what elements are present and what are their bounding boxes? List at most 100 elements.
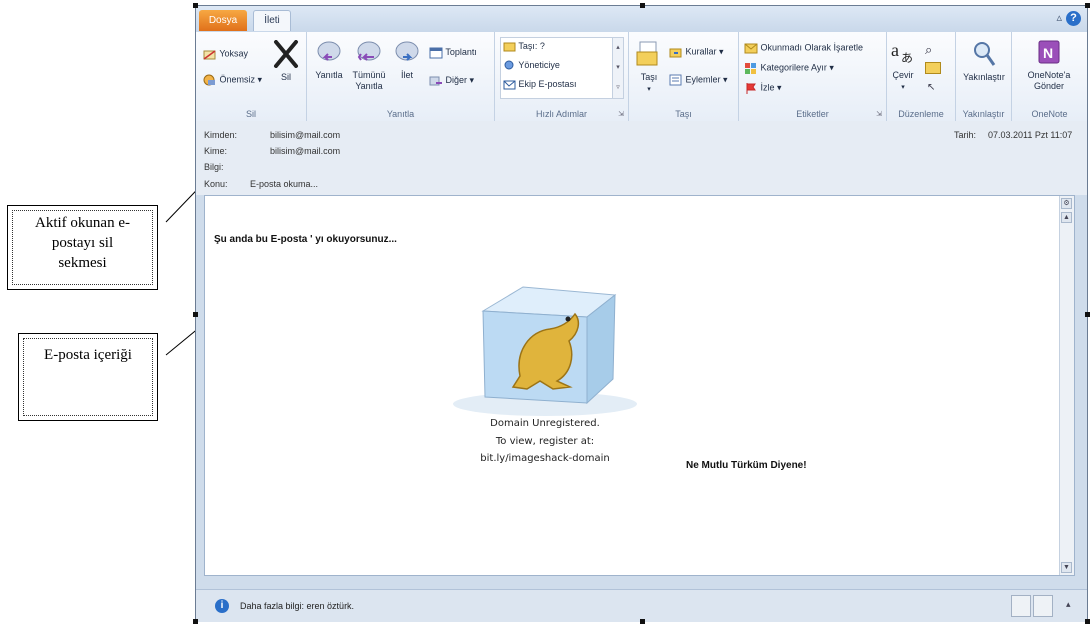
selection-handle[interactable]	[1085, 619, 1090, 624]
group-move-label: Taşı	[675, 109, 692, 119]
selection-handle[interactable]	[640, 3, 645, 8]
group-reply-label: Yanıtla	[386, 109, 415, 119]
forward-label: İlet	[400, 70, 413, 80]
categorize-button[interactable]: Kategorilere Ayır ▾	[744, 62, 834, 74]
move-to-button[interactable]: Taşı: ?	[503, 41, 545, 52]
minimize-ribbon-icon[interactable]: ▵	[1056, 12, 1062, 24]
image-caption-line3[interactable]: bit.ly/imageshack-domain	[462, 453, 628, 464]
people-pane-bar: i Daha fazla bilgi: eren öztürk. ▴	[196, 589, 1087, 622]
to-manager-label: Yöneticiye	[518, 60, 560, 70]
folder-arrow-icon	[503, 42, 516, 52]
person-icon-2[interactable]	[1033, 595, 1053, 617]
date-value: 07.03.2011 Pzt 11:07	[988, 130, 1073, 140]
group-tags: Okunmadı Olarak İşaretle Kategorilere Ay…	[739, 32, 887, 121]
onenote-label-1: OneNote'a	[1027, 70, 1071, 80]
message-body[interactable]: Şu anda bu E-posta ' yı okuyorsunuz... D…	[204, 195, 1075, 576]
ignore-label: Yoksay	[219, 48, 249, 59]
ribbon-tab-bar: Dosya İleti ▵?	[196, 6, 1087, 32]
replace-icon[interactable]	[925, 62, 941, 74]
onenote-icon: N	[1038, 40, 1060, 64]
scroll-down-icon[interactable]: ▼	[1061, 562, 1072, 573]
group-zoom: Yakınlaştır Yakınlaştır	[956, 32, 1012, 121]
magnifier-icon	[974, 42, 996, 66]
meeting-button[interactable]: Toplantı	[429, 46, 477, 59]
selection-handle[interactable]	[1085, 312, 1090, 317]
reply-all-button[interactable]: Tümünü Yanıtla	[349, 40, 389, 92]
from-value[interactable]: bilisim@mail.com	[270, 130, 340, 140]
selection-handle[interactable]	[640, 619, 645, 624]
selection-handle[interactable]	[193, 619, 198, 624]
selection-handle[interactable]	[193, 3, 198, 8]
meeting-label: Toplantı	[445, 46, 477, 57]
team-email-button[interactable]: Ekip E-postası	[503, 79, 577, 90]
scroll-up-icon[interactable]: ▲	[1061, 212, 1072, 223]
reply-all-icon	[357, 41, 381, 61]
ice-cube-frog-image	[453, 286, 637, 416]
onenote-label-2: Gönder	[1033, 81, 1065, 91]
categorize-icon	[745, 63, 756, 74]
selection-handle[interactable]	[193, 312, 198, 317]
body-scrollbar[interactable]: ⚙ ▲ ▼	[1059, 196, 1074, 575]
ignore-button[interactable]: Yoksay	[203, 48, 248, 60]
rules-label: Kurallar ▾	[685, 46, 724, 57]
junk-button[interactable]: Önemsiz ▾	[203, 74, 262, 86]
tab-message[interactable]: İleti	[253, 10, 291, 31]
actions-icon	[669, 74, 682, 86]
rules-button[interactable]: Kurallar ▾	[669, 46, 724, 58]
unread-icon	[744, 43, 758, 54]
zoom-button[interactable]: Yakınlaştır	[958, 40, 1010, 83]
to-manager-button[interactable]: Yöneticiye	[503, 60, 560, 71]
info-text[interactable]: Daha fazla bilgi: eren öztürk.	[240, 601, 354, 611]
send-to-onenote-button[interactable]: N OneNote'a Gönder	[1017, 38, 1081, 92]
group-tags-label: Etiketler	[796, 109, 829, 119]
quick-steps-launcher-icon[interactable]: ⇲	[618, 110, 624, 118]
group-reply: Yanıtla Tümünü Yanıtla İlet Toplantı Diğ…	[307, 32, 495, 121]
ignore-icon	[203, 50, 216, 60]
scroll-settings-icon[interactable]: ⚙	[1061, 198, 1072, 209]
ribbon: Yoksay Önemsiz ▾ Sil Sil Yanıtla Tümünü …	[196, 32, 1087, 122]
mark-unread-label: Okunmadı Olarak İşaretle	[760, 42, 864, 53]
forward-button[interactable]: İlet	[393, 40, 421, 81]
reply-icon	[317, 41, 341, 61]
move-to-label: Taşı: ?	[518, 41, 545, 51]
more-reply-button[interactable]: Diğer ▾	[429, 74, 474, 87]
selection-handle[interactable]	[1085, 3, 1090, 8]
group-zoom-label: Yakınlaştır	[962, 109, 1005, 119]
meeting-icon	[429, 47, 443, 59]
image-caption-line2: To view, register at:	[495, 436, 595, 447]
forward-icon	[395, 41, 419, 61]
actions-button[interactable]: Eylemler ▾	[669, 74, 728, 86]
reply-button[interactable]: Yanıtla	[312, 40, 346, 81]
follow-up-label: İzle ▾	[760, 82, 782, 93]
tags-launcher-icon[interactable]: ⇲	[876, 110, 882, 118]
mark-unread-button[interactable]: Okunmadı Olarak İşaretle	[744, 42, 863, 54]
person-icon-1[interactable]	[1011, 595, 1031, 617]
help-icon[interactable]: ?	[1066, 11, 1081, 26]
translate-icon: aあ	[891, 40, 913, 65]
categorize-label: Kategorilere Ayır ▾	[760, 62, 834, 73]
translate-button[interactable]: aあ Çevir ▾	[889, 38, 917, 93]
translate-label: Çevir	[892, 70, 914, 80]
group-move: Taşı ▾ Kurallar ▾ Eylemler ▾ Taşı	[629, 32, 739, 121]
delete-button[interactable]: Sil	[268, 40, 304, 83]
move-label: Taşı	[640, 72, 658, 82]
image-caption-line1: Domain Unregistered.	[490, 418, 600, 429]
to-value[interactable]: bilisim@mail.com	[270, 146, 340, 156]
quick-steps-scrollbar[interactable]: ▴ ▾ ▿	[612, 37, 624, 99]
team-email-label: Ekip E-postası	[518, 79, 577, 89]
zoom-label: Yakınlaştır	[963, 72, 1005, 82]
delete-label: Sil	[280, 72, 291, 82]
reply-all-label-1: Tümünü	[352, 70, 386, 80]
expand-people-pane-icon[interactable]: ▴	[1066, 599, 1071, 610]
select-icon[interactable]: ↖	[927, 82, 935, 93]
move-button[interactable]: Taşı ▾	[635, 40, 663, 95]
find-icon[interactable]: ⌕	[925, 42, 932, 58]
flag-icon	[746, 83, 756, 94]
follow-up-button[interactable]: İzle ▾	[744, 82, 782, 94]
group-editing: aあ Çevir ▾ ⌕ ↖ Düzenleme	[887, 32, 956, 121]
from-label: Kimden:	[204, 130, 238, 140]
body-intro: Şu anda bu E-posta ' yı okuyorsunuz...	[214, 234, 397, 245]
svg-text:N: N	[1043, 45, 1053, 61]
tab-file[interactable]: Dosya	[199, 10, 247, 31]
more-reply-label: Diğer ▾	[445, 74, 475, 85]
